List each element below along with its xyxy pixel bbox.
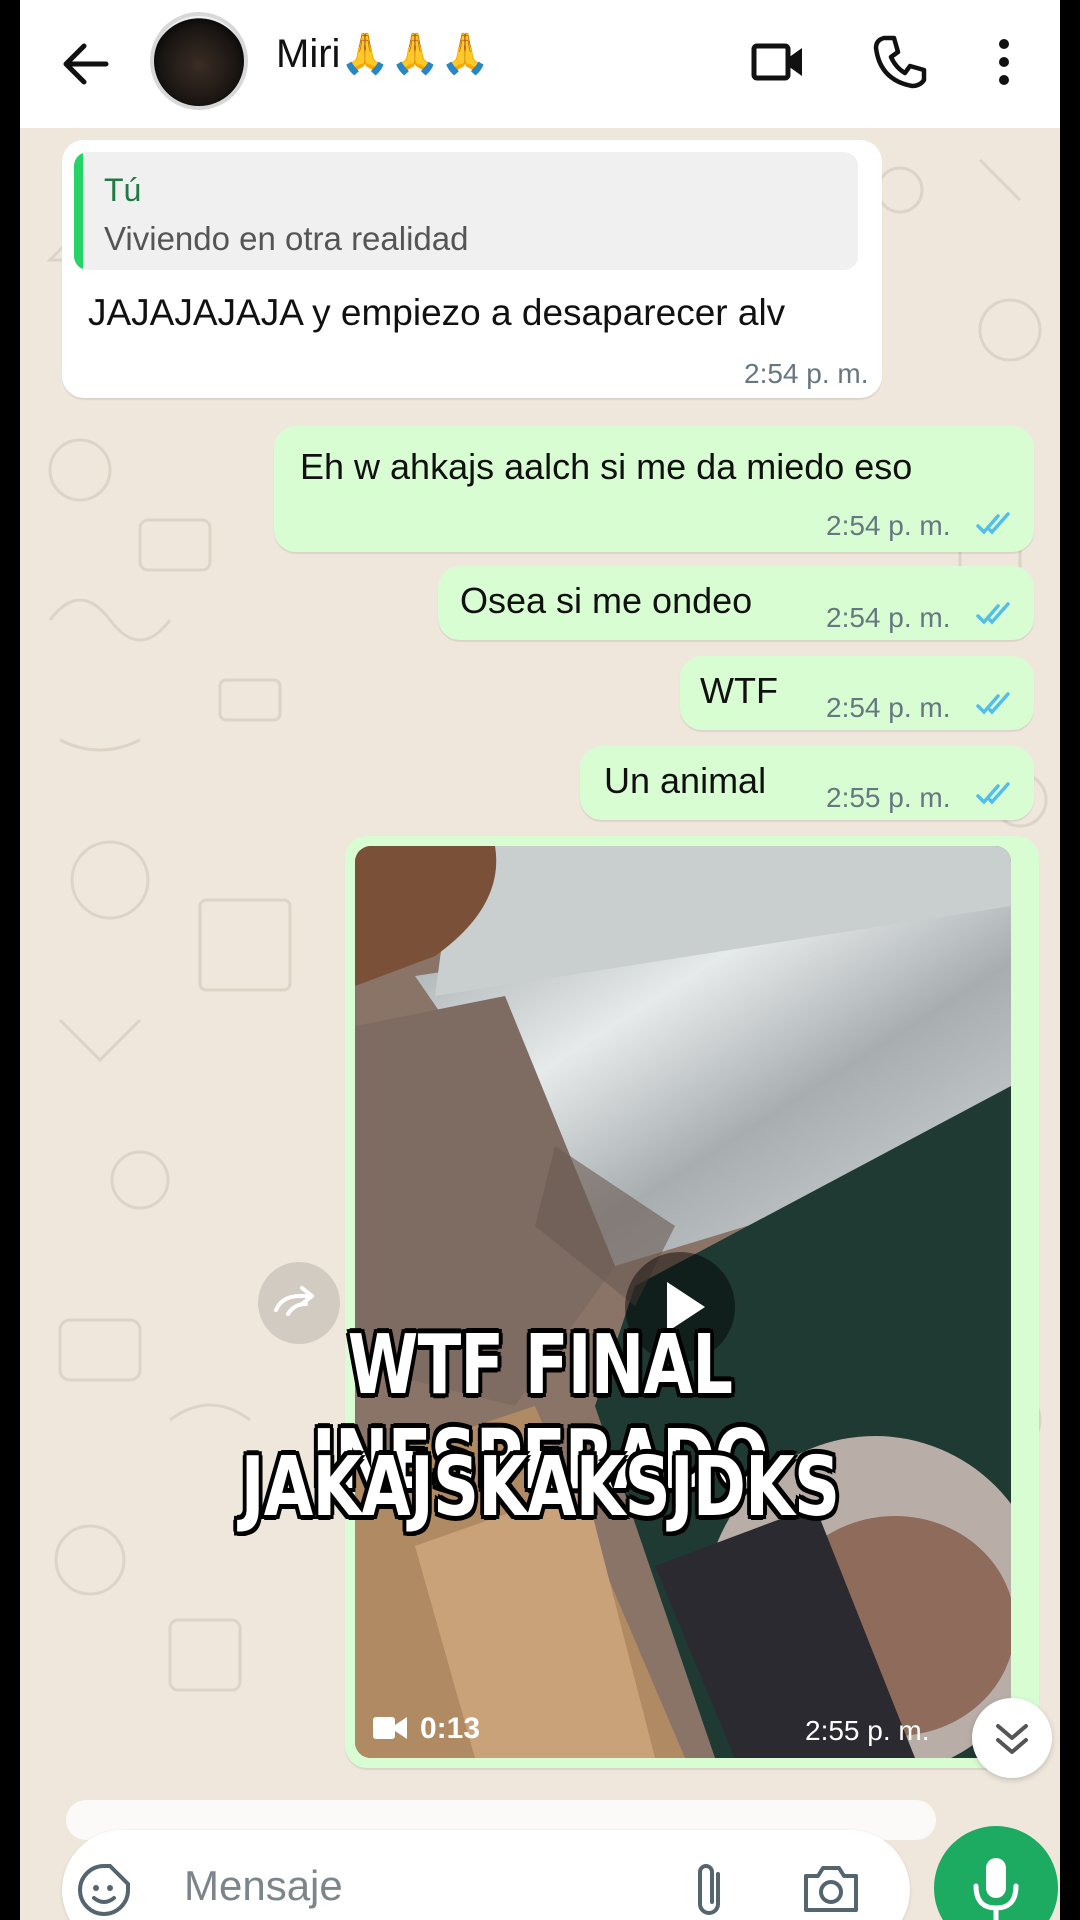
message-time: 2:55 p. m. [826,782,951,813]
quote-author: Tú [104,172,142,208]
video-time: 2:55 p. m. [805,1715,930,1746]
video-camera-icon [373,1717,407,1739]
double-check-icon [976,512,1010,535]
sticker-icon[interactable] [74,1860,134,1920]
microphone-icon [973,1858,1019,1920]
message-time: 2:54 p. m. [744,358,869,389]
scroll-to-bottom-button[interactable] [972,1698,1052,1778]
chat-header: Miri🙏🙏🙏 [20,0,1060,128]
microphone-button[interactable] [934,1826,1058,1920]
message-input[interactable]: Mensaje [184,1862,343,1910]
outgoing-message[interactable]: WTF 2:54 p. m. [680,656,1034,730]
double-check-icon [976,602,1010,625]
arrow-left-icon[interactable] [56,34,116,94]
overlay-caption-line2: JAKAJSKAKSJDKS [240,1440,840,1535]
avatar[interactable] [150,12,248,110]
video-camera-icon[interactable] [746,30,810,94]
double-check-icon [976,782,1010,805]
outgoing-message[interactable]: Un animal 2:55 p. m. [580,746,1034,820]
outgoing-message[interactable]: Eh w ahkajs aalch si me da miedo eso 2:5… [274,426,1034,552]
message-text: WTF [700,670,778,711]
message-text: JAJAJAJAJA y empiezo a desaparecer alv [88,292,786,333]
camera-icon[interactable] [800,1860,862,1916]
double-check-icon [976,692,1010,715]
chevron-double-down-icon [996,1724,1028,1754]
message-text: Osea si me ondeo [460,580,753,621]
message-time: 2:54 p. m. [826,510,951,541]
video-duration: 0:13 [420,1712,481,1745]
quote-accent-bar [74,152,83,270]
message-time: 2:54 p. m. [826,692,951,723]
phone-icon[interactable] [868,30,932,94]
chat-screen: Miri🙏🙏🙏 Tú Viviendo en otra realidad JAJ… [20,0,1060,1920]
outgoing-message[interactable]: Osea si me ondeo 2:54 p. m. [438,566,1034,640]
incoming-message[interactable]: Tú Viviendo en otra realidad JAJAJAJAJA … [62,140,882,398]
paperclip-icon[interactable] [688,1860,732,1920]
message-text: Un animal [604,760,767,801]
contact-name[interactable]: Miri🙏🙏🙏 [276,30,490,77]
message-time: 2:54 p. m. [826,602,951,633]
more-vertical-icon[interactable] [988,30,1052,94]
quote-text: Viviendo en otra realidad [104,220,469,257]
message-text: Eh w ahkajs aalch si me da miedo eso [300,446,913,487]
quoted-message[interactable]: Tú Viviendo en otra realidad [74,152,858,270]
